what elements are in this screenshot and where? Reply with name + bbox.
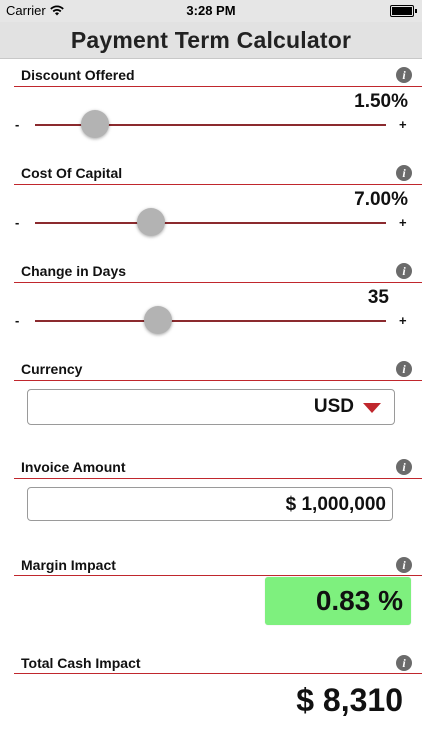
margin-impact-result: 0.83 % [265, 577, 411, 625]
cost-of-capital-increase-button[interactable]: + [399, 215, 407, 230]
dropdown-caret-icon [363, 403, 381, 413]
invoice-amount-divider [14, 478, 422, 479]
currency-divider [14, 380, 422, 381]
change-in-days-info-icon[interactable]: i [396, 263, 412, 279]
discount-value: 1.50% [354, 91, 408, 112]
change-in-days-slider-thumb[interactable] [143, 306, 172, 334]
cost-of-capital-info-icon[interactable]: i [396, 165, 412, 181]
battery-icon [390, 5, 417, 17]
discount-divider [14, 86, 422, 87]
change-in-days-label: Change in Days [21, 263, 127, 279]
cost-of-capital-value: 7.00% [354, 189, 408, 210]
change-in-days-increase-button[interactable]: + [399, 313, 407, 328]
total-cash-impact-divider [14, 673, 422, 674]
total-cash-impact-value: $ 8,310 [296, 682, 403, 718]
invoice-amount-input[interactable]: $ 1,000,000 [27, 487, 393, 521]
margin-impact-divider [14, 575, 422, 576]
margin-impact-label: Margin Impact [21, 557, 116, 573]
cost-of-capital-decrease-button[interactable]: - [15, 215, 19, 230]
cost-of-capital-slider-track[interactable] [35, 222, 386, 224]
cost-of-capital-divider [14, 184, 422, 185]
change-in-days-divider [14, 282, 422, 283]
invoice-amount-info-icon[interactable]: i [396, 459, 412, 475]
change-in-days-slider-track[interactable] [35, 320, 386, 322]
discount-info-icon[interactable]: i [396, 67, 412, 83]
margin-impact-info-icon[interactable]: i [396, 557, 412, 573]
discount-offered-label: Discount Offered [21, 67, 135, 83]
discount-slider-thumb[interactable] [80, 110, 109, 138]
invoice-amount-value: $ 1,000,000 [285, 494, 386, 515]
currency-select[interactable]: USD [27, 389, 395, 425]
status-bar: Carrier 3:28 PM [0, 0, 422, 22]
change-in-days-decrease-button[interactable]: - [15, 313, 19, 328]
change-in-days-value: 35 [367, 287, 389, 308]
margin-impact-value: 0.83 % [315, 585, 403, 616]
discount-increase-button[interactable]: + [399, 117, 407, 132]
total-cash-impact-info-icon[interactable]: i [396, 655, 412, 671]
discount-decrease-button[interactable]: - [15, 117, 19, 132]
cost-of-capital-slider-thumb[interactable] [136, 208, 165, 236]
cost-of-capital-label: Cost Of Capital [21, 165, 123, 181]
total-cash-impact-label: Total Cash Impact [21, 655, 141, 671]
currency-label: Currency [21, 361, 83, 377]
page-title: Payment Term Calculator [0, 22, 422, 59]
currency-info-icon[interactable]: i [396, 361, 412, 377]
invoice-amount-label: Invoice Amount [21, 459, 126, 475]
status-time: 3:28 PM [186, 3, 236, 18]
currency-selected-value: USD [313, 396, 354, 417]
